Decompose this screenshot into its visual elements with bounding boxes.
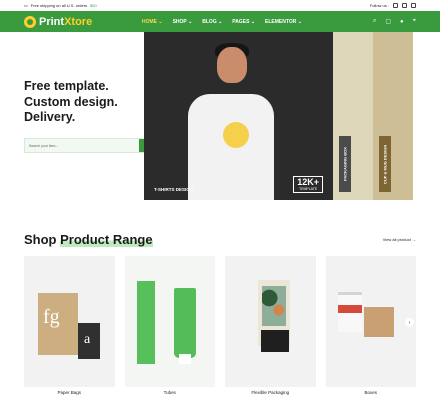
view-all-text: View all product	[382, 236, 411, 242]
follow-label: Follow us :	[369, 3, 389, 8]
head-shape	[217, 47, 247, 83]
main-menu: HOME ⌄ SHOP ⌄ BLOG ⌄ PAGES ⌄ ELEMENTOR ⌄	[142, 19, 302, 25]
title-highlight: Product Range	[60, 231, 153, 247]
hero-section: Free template. Custom design. Delivery. …	[0, 32, 440, 200]
logo-secondary: Xtore	[64, 15, 93, 28]
packaging-box-panel[interactable]: PACKAGING BOX	[333, 32, 373, 200]
social-icon-2[interactable]	[402, 3, 407, 8]
product-card-tubes[interactable]: Tubes	[124, 256, 215, 395]
product-card-boxes[interactable]: › Boxes	[325, 256, 416, 395]
stat-value: 12K+	[297, 177, 319, 187]
social-links: Follow us :	[370, 3, 416, 8]
cart-icon[interactable]: ▢	[385, 18, 391, 25]
product-cards: fg a Paper Bags Tubes Flexible Packaging…	[0, 256, 440, 395]
section-title: Shop Product Range	[24, 231, 153, 247]
logo-primary: Print	[39, 15, 65, 28]
product-label: Boxes	[364, 390, 377, 395]
top-bar: ▭ Free shipping on all U.S. orders $50 F…	[0, 0, 440, 11]
hero-text: Free template. Custom design. Delivery. …	[0, 32, 154, 200]
product-image: fg a	[24, 256, 115, 387]
title-prefix: Shop	[24, 231, 57, 247]
chevron-right-icon: ›	[408, 319, 411, 326]
user-icon[interactable]: ●	[400, 19, 404, 25]
product-range-header: Shop Product Range View all product →	[0, 228, 440, 250]
shipping-text: Free shipping on all U.S. orders	[30, 3, 88, 8]
main-navigation: Print Xtore HOME ⌄ SHOP ⌄ BLOG ⌄ PAGES ⌄ …	[0, 11, 440, 32]
menu-item-pages[interactable]: PAGES ⌄	[232, 19, 255, 25]
panel-label-packaging: PACKAGING BOX	[339, 136, 351, 192]
cup-mug-panel[interactable]: CUP & MUG DESIGN	[373, 32, 413, 200]
product-label: Paper Bags	[57, 390, 81, 395]
location-icon[interactable]: ⌖	[413, 18, 416, 25]
product-card-paper-bags[interactable]: fg a Paper Bags	[24, 256, 115, 395]
social-icon-1[interactable]	[393, 3, 398, 8]
tube-cap-shape	[178, 354, 191, 364]
hero-search[interactable]: Search your item... →	[24, 137, 154, 153]
product-image: ›	[325, 256, 416, 387]
shirt-badge-icon	[223, 122, 249, 148]
tube-box-shape	[136, 281, 155, 364]
view-all-link[interactable]: View all product →	[383, 237, 416, 242]
shipping-info: ▭ Free shipping on all U.S. orders $50	[24, 3, 97, 8]
menu-item-elementor[interactable]: ELEMENTOR ⌄	[265, 19, 302, 25]
social-icon-3[interactable]	[411, 3, 416, 8]
arrow-right-icon: →	[412, 236, 416, 242]
coffee-box-shape	[261, 330, 289, 352]
template-stat: 12K+ TEMPLATE	[293, 176, 323, 193]
logo-mark-icon	[24, 15, 36, 28]
product-label: Flexible Packaging	[251, 390, 290, 395]
noodle-box-shape	[363, 307, 394, 337]
site-logo[interactable]: Print Xtore	[24, 15, 142, 28]
carousel-next-button[interactable]: ›	[405, 318, 414, 327]
search-input[interactable]: Search your item...	[25, 139, 139, 152]
hero-title-line2: Custom design.	[24, 94, 118, 109]
product-image	[124, 256, 215, 387]
image-caption: T-SHIRTS DESIGN	[154, 187, 194, 192]
product-label: Tubes	[163, 390, 176, 395]
nav-actions: ⌕ ▢ ● ⌖	[373, 18, 416, 25]
product-image	[225, 256, 316, 387]
stat-label: TEMPLATE	[299, 187, 318, 191]
panel-label-cup: CUP & MUG DESIGN	[379, 136, 391, 192]
product-card-flexible-packaging[interactable]: Flexible Packaging	[225, 256, 316, 395]
search-icon[interactable]: ⌕	[373, 18, 376, 25]
hero-image-tshirt[interactable]: T-SHIRTS DESIGN 12K+ TEMPLATE	[144, 32, 333, 200]
tube-shape	[173, 288, 196, 358]
truck-icon: ▭	[24, 3, 28, 8]
menu-item-home[interactable]: HOME ⌄	[142, 19, 163, 25]
black-bag-graphic: a	[84, 332, 91, 347]
bag-print-graphic: fg	[43, 306, 60, 328]
menu-item-blog[interactable]: BLOG ⌄	[202, 19, 222, 25]
cup-shape	[337, 292, 362, 332]
shipping-amount: $50	[90, 3, 97, 8]
hero-title-line1: Free template.	[24, 79, 109, 93]
hero-title-line3: Delivery.	[24, 110, 76, 124]
menu-item-shop[interactable]: SHOP ⌄	[173, 19, 193, 25]
